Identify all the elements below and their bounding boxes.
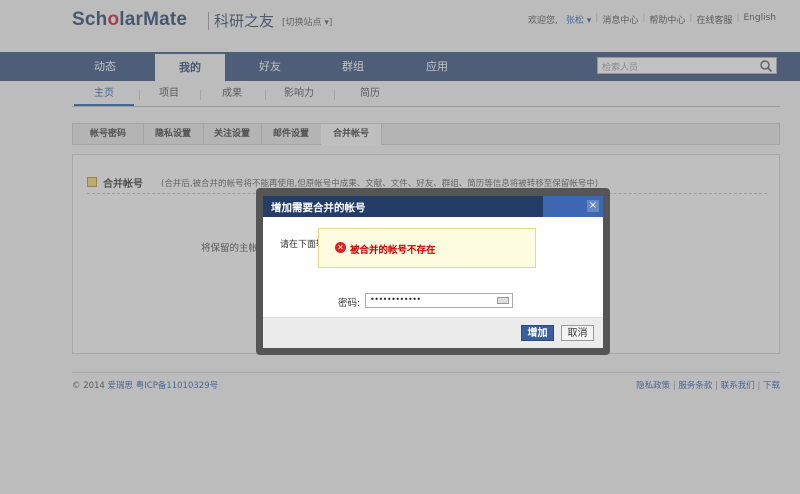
add-merge-account-dialog: 增加需要合并的帐号 × 请在下面输 ✕ 被合并的帐号不存在 密码: ••••••… bbox=[263, 196, 603, 348]
add-button[interactable]: 增加 bbox=[521, 325, 554, 341]
error-icon: ✕ bbox=[335, 242, 346, 253]
dialog-title-bar[interactable]: 增加需要合并的帐号 × bbox=[263, 196, 603, 217]
cancel-button[interactable]: 取消 bbox=[561, 325, 594, 341]
error-message: 被合并的帐号不存在 bbox=[350, 245, 436, 256]
password-value: •••••••••••• bbox=[370, 295, 421, 304]
dialog-title: 增加需要合并的帐号 bbox=[271, 202, 366, 214]
password-label: 密码: bbox=[338, 298, 361, 309]
error-tooltip: ✕ 被合并的帐号不存在 bbox=[318, 228, 536, 268]
password-field[interactable]: •••••••••••• bbox=[365, 293, 513, 308]
dialog-body: 请在下面输 ✕ 被合并的帐号不存在 密码: •••••••••••• bbox=[263, 217, 603, 317]
close-icon[interactable]: × bbox=[587, 200, 599, 212]
dialog-footer: 增加 取消 bbox=[263, 317, 603, 348]
keyboard-icon[interactable] bbox=[497, 297, 509, 304]
